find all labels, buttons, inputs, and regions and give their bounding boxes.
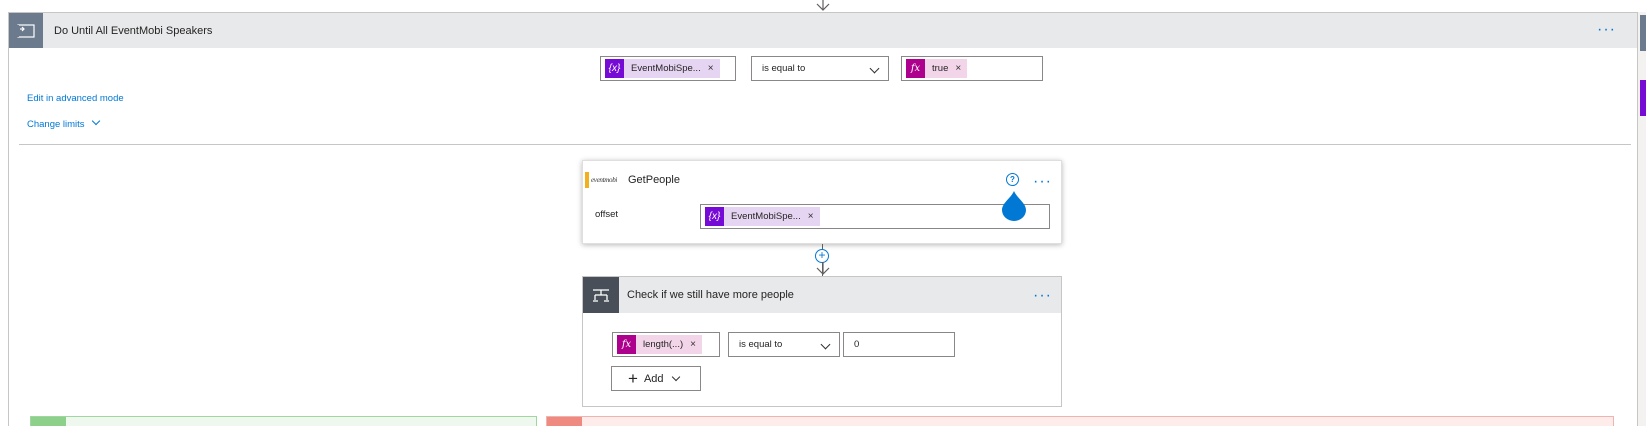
condition-operator-select[interactable]: is equal to	[728, 332, 840, 357]
edit-advanced-mode-link[interactable]: Edit in advanced mode	[27, 93, 124, 104]
do-until-header[interactable]: Do Until All EventMobi Speakers ···	[9, 13, 1637, 48]
eventmobi-logo: eventmobi	[585, 171, 621, 189]
right-edge-panel	[1638, 12, 1646, 426]
more-options-icon[interactable]: ···	[1033, 288, 1052, 304]
arrow-down-icon	[816, 262, 830, 275]
more-options-icon[interactable]: ···	[1597, 22, 1616, 38]
value-text: 0	[854, 339, 860, 350]
operator-value: is equal to	[762, 63, 806, 74]
change-limits-link[interactable]: Change limits	[27, 116, 100, 130]
token-label: true	[932, 63, 949, 74]
condition-operator-select[interactable]: is equal to	[751, 56, 889, 81]
offset-field[interactable]: {x} EventMobiSpe... ×	[700, 204, 1050, 229]
yes-branch-tab	[31, 417, 66, 426]
fx-icon: fx	[617, 335, 636, 354]
condition-header[interactable]: Check if we still have more people ···	[583, 277, 1061, 313]
token-label: length(...)	[643, 339, 684, 350]
variable-token[interactable]: {x} EventMobiSpe... ×	[605, 59, 720, 78]
token-label: EventMobiSpe...	[631, 63, 701, 74]
variable-icon: {x}	[605, 59, 624, 78]
insert-step-icon[interactable]: +	[815, 249, 829, 263]
token-label: EventMobiSpe...	[731, 211, 801, 222]
purple-marker	[1640, 80, 1646, 116]
condition-right-field[interactable]: fx true ×	[901, 56, 1043, 81]
condition-card: Check if we still have more people ··· f…	[582, 276, 1062, 407]
action-title: GetPeople	[628, 174, 680, 186]
more-options-icon[interactable]: ···	[1033, 174, 1052, 190]
no-branch-tab	[547, 417, 582, 426]
logo-bar-icon	[585, 172, 589, 188]
do-until-title: Do Until All EventMobi Speakers	[54, 24, 213, 37]
condition-value-input[interactable]: 0	[843, 332, 955, 357]
expression-token[interactable]: fx true ×	[906, 59, 968, 78]
arrow-down-icon	[816, 0, 830, 11]
variable-token[interactable]: {x} EventMobiSpe... ×	[705, 207, 820, 226]
do-until-icon	[9, 13, 43, 48]
condition-left-field[interactable]: {x} EventMobiSpe... ×	[600, 56, 736, 81]
logo-text: eventmobi	[591, 176, 618, 184]
remove-token-icon[interactable]: ×	[690, 339, 696, 350]
add-button[interactable]: + Add	[611, 366, 701, 391]
getpeople-action-card[interactable]: eventmobi GetPeople ? ··· offset {x} Eve…	[582, 160, 1062, 244]
fx-icon: fx	[906, 59, 925, 78]
operator-value: is equal to	[739, 339, 783, 350]
chevron-down-icon	[91, 116, 100, 126]
dynamic-content-drop-icon[interactable]	[1001, 191, 1027, 221]
condition-title: Check if we still have more people	[627, 289, 794, 301]
grey-marker	[1640, 15, 1646, 51]
change-limits-label: Change limits	[27, 119, 85, 130]
condition-left-field[interactable]: fx length(...) ×	[612, 332, 720, 357]
add-label: Add	[643, 372, 664, 385]
chevron-down-icon	[869, 63, 880, 74]
condition-icon	[583, 277, 619, 313]
flow-designer-canvas: Do Until All EventMobi Speakers ··· {x} …	[0, 0, 1646, 426]
chevron-down-icon	[671, 372, 680, 381]
help-icon[interactable]: ?	[1006, 173, 1019, 186]
expression-token[interactable]: fx length(...) ×	[617, 335, 702, 354]
variable-icon: {x}	[705, 207, 724, 226]
plus-icon: +	[628, 368, 638, 388]
remove-token-icon[interactable]: ×	[955, 63, 961, 74]
if-yes-branch[interactable]	[30, 416, 537, 426]
remove-token-icon[interactable]: ×	[708, 63, 714, 74]
chevron-down-icon	[820, 339, 831, 350]
offset-label: offset	[595, 209, 619, 220]
remove-token-icon[interactable]: ×	[808, 211, 814, 222]
divider	[19, 144, 1631, 145]
if-no-branch[interactable]	[546, 416, 1614, 426]
